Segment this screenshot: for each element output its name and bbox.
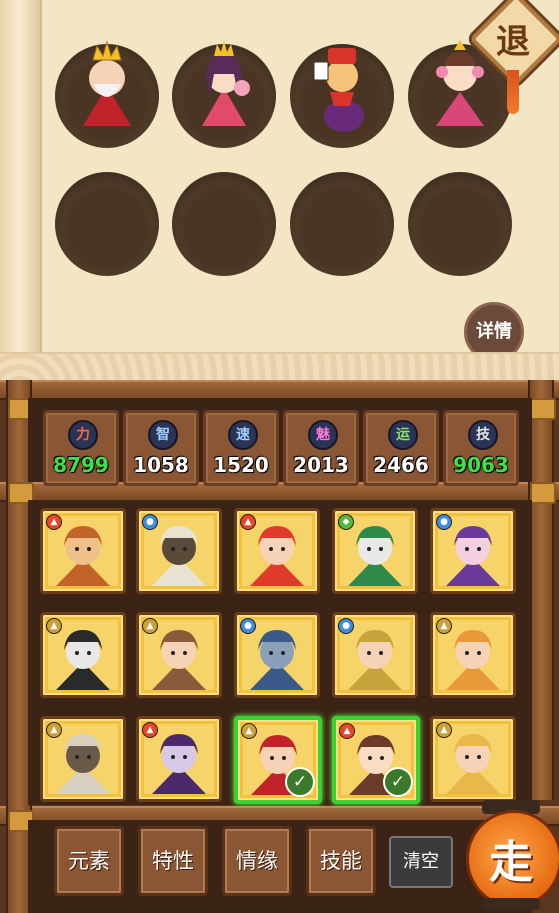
element-earth-icon: ▲ — [46, 722, 62, 738]
king-avatar-icon — [83, 40, 131, 126]
clear-button[interactable]: 清空 — [389, 836, 453, 888]
stat-charm: 魅 2013 — [283, 410, 359, 486]
character-card[interactable]: ● — [332, 612, 418, 698]
character-card[interactable]: ▲ — [136, 612, 222, 698]
traits-filter-button[interactable]: 特性 — [138, 826, 208, 896]
element-fire-icon: ▲ — [240, 514, 256, 530]
go-button[interactable]: 走 — [460, 798, 559, 913]
character-card[interactable]: ▲ — [430, 612, 516, 698]
character-card[interactable]: ▲ — [234, 508, 320, 594]
character-card[interactable]: ▲ ✓ — [234, 716, 322, 804]
character-card[interactable]: ▲ — [40, 716, 126, 802]
retreat-label: 退 — [496, 22, 530, 62]
scroll-roll — [0, 0, 42, 385]
element-earth-icon: ▲ — [241, 723, 257, 739]
stat-value: 2013 — [293, 453, 349, 477]
element-fire-icon: ▲ — [46, 514, 62, 530]
lineup-slot-1[interactable] — [55, 40, 159, 148]
element-fire-icon: ▲ — [142, 722, 158, 738]
speed-icon: 速 — [228, 420, 258, 450]
frame-clamp — [530, 398, 556, 420]
lineup-slot-5[interactable] — [55, 172, 159, 276]
element-earth-icon: ▲ — [436, 618, 452, 634]
lantern-base — [482, 898, 540, 910]
elements-filter-button[interactable]: 元素 — [54, 826, 124, 896]
jester-avatar-icon — [313, 48, 364, 132]
element-water-icon: ● — [240, 618, 256, 634]
character-card[interactable]: ● — [430, 508, 516, 594]
element-water-icon: ● — [142, 514, 158, 530]
stat-strength: 力 8799 — [43, 410, 119, 486]
character-card[interactable]: ● — [234, 612, 320, 698]
frame-clamp — [530, 482, 556, 504]
element-fire-icon: ▲ — [339, 723, 355, 739]
stat-value: 1520 — [213, 453, 269, 477]
character-card[interactable]: ▲ — [40, 612, 126, 698]
element-water-icon: ● — [338, 618, 354, 634]
character-card[interactable]: ▲ — [40, 508, 126, 594]
lineup-slot-6[interactable] — [172, 172, 276, 276]
element-earth-icon: ▲ — [46, 618, 62, 634]
skill-icon: 技 — [468, 420, 498, 450]
lineup-slot-3[interactable] — [290, 44, 394, 148]
retreat-button[interactable]: 退 — [469, 0, 559, 114]
skills-filter-button[interactable]: 技能 — [306, 826, 376, 896]
stat-value: 9063 — [453, 453, 509, 477]
stat-luck: 运 2466 — [363, 410, 439, 486]
character-card[interactable]: ▲ ✓ — [332, 716, 420, 804]
element-wood-icon: ◆ — [338, 514, 354, 530]
stat-value: 2466 — [373, 453, 429, 477]
element-water-icon: ● — [436, 514, 452, 530]
charm-icon: 魅 — [308, 420, 338, 450]
character-card[interactable]: ● — [136, 508, 222, 594]
tassel-icon — [507, 70, 519, 114]
stat-speed: 速 1520 — [203, 410, 279, 486]
character-card[interactable]: ▲ — [136, 716, 222, 802]
character-card[interactable]: ▲ — [430, 716, 516, 802]
stat-value: 1058 — [133, 453, 189, 477]
character-card[interactable]: ◆ — [332, 508, 418, 594]
queen-avatar-icon — [202, 40, 250, 126]
lineup-slot-8[interactable] — [408, 172, 512, 276]
checkmark-icon: ✓ — [285, 767, 315, 797]
luck-icon: 运 — [388, 420, 418, 450]
stat-intellect: 智 1058 — [123, 410, 199, 486]
stat-value: 8799 — [53, 453, 109, 477]
bond-filter-button[interactable]: 情缘 — [222, 826, 292, 896]
element-earth-icon: ▲ — [142, 618, 158, 634]
frame-beam-top — [0, 380, 559, 400]
element-earth-icon: ▲ — [436, 722, 452, 738]
lineup-slot-7[interactable] — [290, 172, 394, 276]
checkmark-icon: ✓ — [383, 767, 413, 797]
go-label: 走 — [489, 837, 533, 888]
intellect-icon: 智 — [148, 420, 178, 450]
stat-skill: 技 9063 — [443, 410, 519, 486]
lineup-slot-2[interactable] — [172, 40, 276, 148]
strength-icon: 力 — [68, 420, 98, 450]
